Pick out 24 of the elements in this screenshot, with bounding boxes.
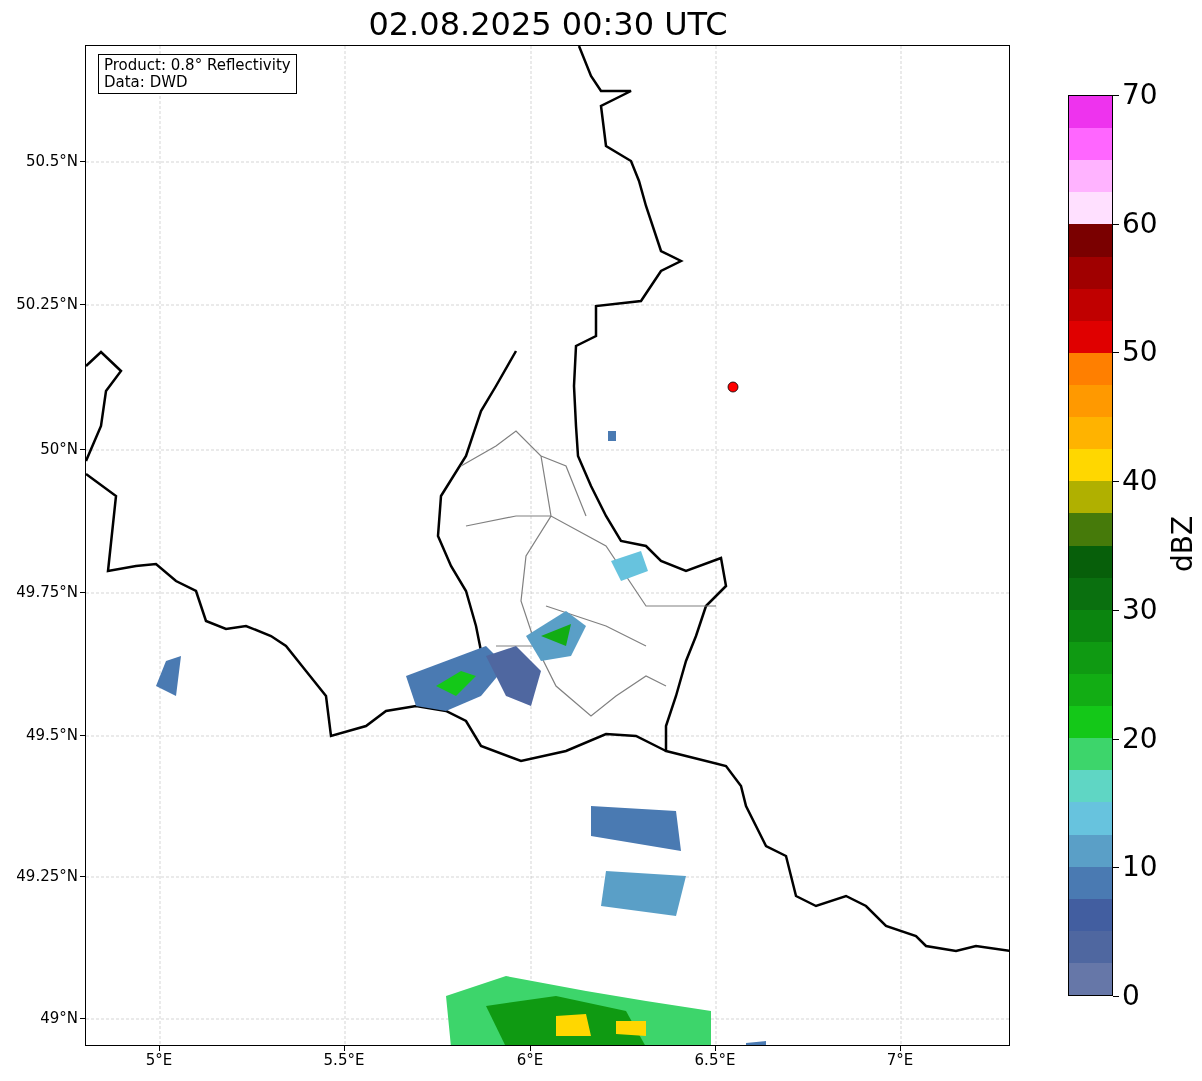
latitude-label: 50°N: [40, 440, 78, 458]
latitude-label: 49.25°N: [16, 867, 78, 885]
latitude-label: 50.5°N: [25, 152, 78, 170]
colorbar-tick-label: 0: [1122, 980, 1140, 1012]
colorbar-tick-label: 50: [1122, 336, 1158, 369]
latitude-label: 49.75°N: [16, 583, 78, 601]
data-source-label: Data: DWD: [104, 74, 189, 91]
colorbar-tick-label: 40: [1122, 465, 1158, 498]
chart-title: 02.08.2025 00:30 UTC: [367, 4, 729, 44]
colorbar-tick-label: 70: [1122, 79, 1158, 111]
colorbar-tick-label: 30: [1122, 593, 1158, 626]
longitude-label: 6.5°E: [693, 1051, 737, 1069]
latitude-label: 49°N: [40, 1009, 78, 1027]
product-label: Product: 0.8° Reflectivity: [104, 57, 291, 74]
colorbar-tick-label: 20: [1122, 722, 1158, 755]
colorbar-label: dBZ: [1167, 514, 1199, 575]
longitude-label: 6°E: [515, 1051, 545, 1069]
colorbar-tick-label: 60: [1122, 207, 1158, 240]
latitude-label: 50.25°N: [16, 295, 78, 313]
longitude-label: 5°E: [144, 1051, 174, 1069]
latitude-label: 49.5°N: [25, 726, 78, 744]
colorbar-tick-label: 10: [1122, 851, 1158, 884]
longitude-label: 7°E: [885, 1051, 915, 1069]
longitude-label: 5.5°E: [322, 1051, 366, 1069]
